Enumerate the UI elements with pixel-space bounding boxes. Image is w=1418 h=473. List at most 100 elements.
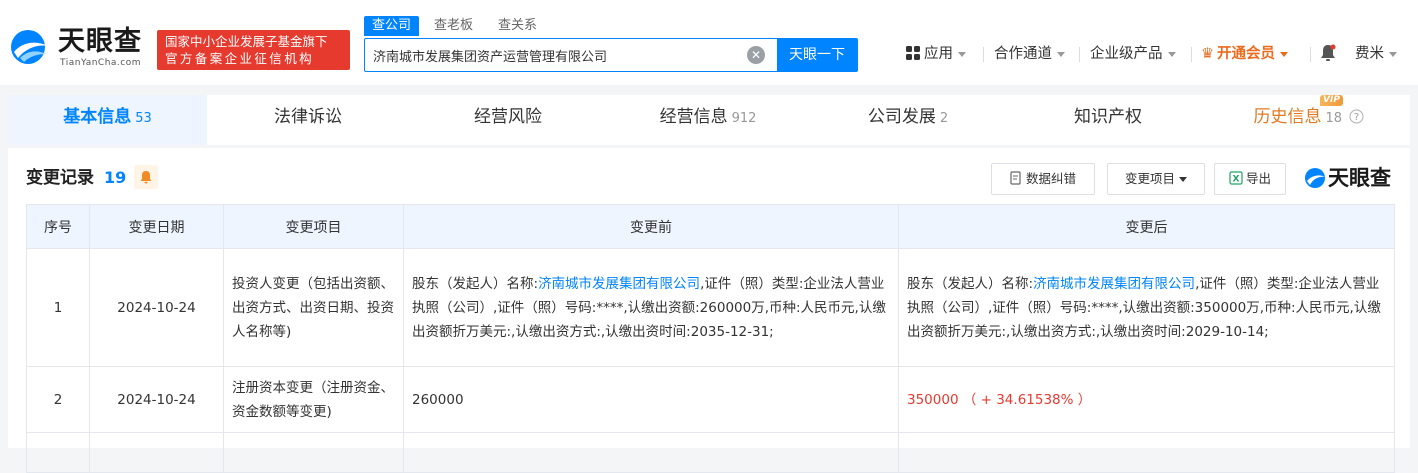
search-tab-company[interactable]: 查公司 xyxy=(364,16,420,36)
nav-vip[interactable]: ♛ 开通会员 xyxy=(1201,44,1288,64)
tab-legal[interactable]: 法律诉讼 xyxy=(208,95,408,145)
clear-icon[interactable]: ✕ xyxy=(747,46,765,64)
cell-after: 350000 （ + 34.61538% ） xyxy=(898,366,1395,433)
text: 股东（发起人）名称: xyxy=(412,275,539,292)
excel-icon: X xyxy=(1229,171,1243,185)
col-header-after: 变更后 xyxy=(898,204,1395,249)
divider xyxy=(983,47,984,62)
bell-icon xyxy=(140,171,152,184)
cell-empty xyxy=(898,432,1395,473)
monitor-button[interactable] xyxy=(134,165,158,189)
tab-history[interactable]: VIP 历史信息 18 ? xyxy=(1208,95,1410,145)
tab-risk[interactable]: 经营风险 xyxy=(408,95,608,145)
cell-empty xyxy=(223,432,404,473)
tab-label: 知识产权 xyxy=(1074,107,1142,127)
brand-name: 天眼查 xyxy=(58,26,142,57)
cell-no: 2 xyxy=(26,366,90,433)
change-records-table: 序号 变更日期 变更项目 变更前 变更后 1 2024-10-24 投资人变更（… xyxy=(26,204,1395,473)
search-button[interactable]: 天眼一下 xyxy=(777,39,857,71)
tab-operation[interactable]: 经营信息 912 xyxy=(608,95,808,145)
divider xyxy=(1191,47,1192,62)
slogan-line1: 国家中小企业发展子基金旗下 xyxy=(165,34,328,49)
nav-user[interactable]: 费米 xyxy=(1355,44,1397,64)
search-input[interactable] xyxy=(373,39,743,71)
divider xyxy=(1310,47,1311,62)
change-items-dropdown[interactable]: 变更项目 xyxy=(1107,163,1205,195)
chevron-down-icon xyxy=(1389,51,1397,57)
tab-count: 912 xyxy=(731,111,757,126)
table-row: 1 2024-10-24 投资人变更（包括出资额、出资方式、出资日期、投资人名称… xyxy=(26,248,1395,367)
company-tab-bar: 基本信息 53 法律诉讼 经营风险 经营信息 912 公司发展 2 知识产权 VIP … xyxy=(8,95,1410,145)
change-items-label: 变更项目 xyxy=(1124,171,1175,186)
tab-label: 公司发展 xyxy=(867,107,936,127)
slogan-line2: 官方备案企业征信机构 xyxy=(165,51,315,66)
tab-count: 2 xyxy=(939,111,949,126)
data-correction-button[interactable]: 数据纠错 xyxy=(991,163,1095,195)
nav-apps[interactable]: 应用 xyxy=(906,44,966,64)
svg-text:?: ? xyxy=(1354,112,1359,123)
grid-icon xyxy=(906,46,920,60)
cell-before: 260000 xyxy=(403,366,899,433)
tab-label: 经营风险 xyxy=(474,107,542,127)
cell-empty xyxy=(89,432,224,473)
col-header-before: 变更前 xyxy=(403,204,899,249)
search-tab-relation[interactable]: 查关系 xyxy=(490,16,545,36)
nav-apps-label: 应用 xyxy=(924,46,953,62)
col-header-no: 序号 xyxy=(26,204,90,249)
tab-label: 法律诉讼 xyxy=(274,107,342,127)
tab-development[interactable]: 公司发展 2 xyxy=(808,95,1008,145)
table-header-row: 序号 变更日期 变更项目 变更前 变更后 xyxy=(26,204,1395,249)
company-link[interactable]: 济南城市发展集团有限公司 xyxy=(538,276,700,292)
table-row: 2 2024-10-24 注册资本变更（注册资金、资金数额等变更) 260000… xyxy=(26,366,1395,433)
nav-enterprise-label: 企业级产品 xyxy=(1090,46,1163,62)
nav-enterprise[interactable]: 企业级产品 xyxy=(1090,44,1176,64)
col-header-item: 变更项目 xyxy=(223,204,404,249)
company-link[interactable]: 济南城市发展集团有限公司 xyxy=(1033,276,1195,292)
section-count: 19 xyxy=(104,168,127,187)
tab-basic-info[interactable]: 基本信息 53 xyxy=(8,95,207,145)
chevron-down-icon xyxy=(958,51,966,57)
logo[interactable]: 天眼查 TianYanCha.com xyxy=(8,26,150,72)
chevron-down-icon xyxy=(1280,51,1288,57)
col-header-date: 变更日期 xyxy=(89,204,224,249)
cell-before: 股东（发起人）名称:济南城市发展集团有限公司,证件（照）类型:企业法人营业执照（… xyxy=(403,248,899,367)
tianyancha-logo-icon xyxy=(11,30,48,64)
brand-domain: TianYanCha.com xyxy=(60,58,142,68)
cell-empty xyxy=(26,432,90,473)
export-button[interactable]: X 导出 xyxy=(1214,163,1286,195)
table-row xyxy=(26,432,1395,473)
cell-date: 2024-10-24 xyxy=(89,366,224,433)
cell-no: 1 xyxy=(26,248,90,367)
help-icon[interactable]: ? xyxy=(1349,109,1365,124)
tab-label: 经营信息 xyxy=(659,107,728,127)
change-records-panel: 变更记录 19 数据纠错 变更项目 X 导出 天眼查 序号 变更日期 变更项目 … xyxy=(8,148,1410,473)
svg-text:X: X xyxy=(1233,175,1240,185)
user-name: 费米 xyxy=(1355,46,1384,62)
tab-count: 18 xyxy=(1325,111,1343,126)
top-bar: 天眼查 TianYanCha.com 国家中小企业发展子基金旗下 官方备案企业征… xyxy=(0,0,1418,85)
section-title: 变更记录 xyxy=(26,168,94,188)
tab-label: 基本信息 xyxy=(63,107,132,127)
chevron-down-icon xyxy=(1179,177,1187,182)
search-box: ✕ 天眼一下 xyxy=(364,38,858,72)
tab-ip[interactable]: 知识产权 xyxy=(1008,95,1208,145)
text: 股东（发起人）名称: xyxy=(907,275,1034,292)
export-label: 导出 xyxy=(1245,171,1271,186)
nav-cooperation[interactable]: 合作通道 xyxy=(994,44,1065,64)
vip-badge: VIP xyxy=(1320,95,1343,106)
tab-count: 53 xyxy=(135,111,152,126)
crown-icon: ♛ xyxy=(1201,46,1214,62)
slogan-badge: 国家中小企业发展子基金旗下 官方备案企业征信机构 xyxy=(157,30,350,70)
cell-empty xyxy=(403,432,899,473)
cell-after: 股东（发起人）名称:济南城市发展集团有限公司,证件（照）类型:企业法人营业执照（… xyxy=(898,248,1395,367)
search-tab-boss[interactable]: 查老板 xyxy=(426,16,481,36)
watermark-text: 天眼查 xyxy=(1328,166,1391,190)
data-correction-label: 数据纠错 xyxy=(1025,171,1076,186)
cell-item: 投资人变更（包括出资额、出资方式、出资日期、投资人名称等) xyxy=(223,248,404,367)
cell-item: 注册资本变更（注册资金、资金数额等变更) xyxy=(223,366,404,433)
chevron-down-icon xyxy=(1167,51,1176,57)
tianyancha-logo-icon xyxy=(1305,168,1325,188)
cell-date: 2024-10-24 xyxy=(89,248,224,367)
notifications[interactable] xyxy=(1320,44,1336,65)
nav-cooperation-label: 合作通道 xyxy=(994,46,1052,62)
